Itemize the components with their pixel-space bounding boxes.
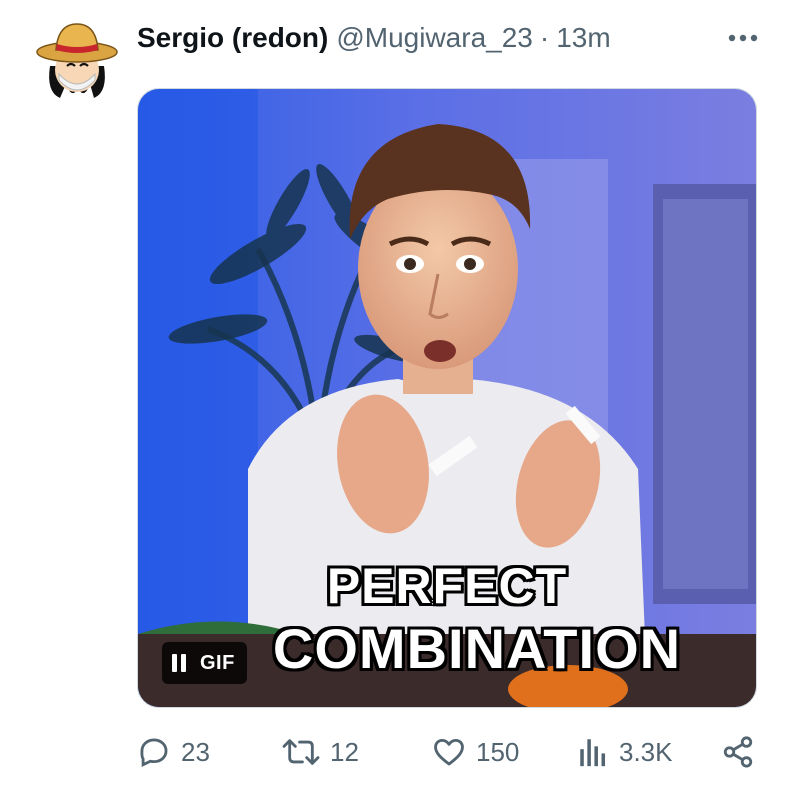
share-icon — [723, 736, 753, 768]
separator: · — [539, 22, 550, 53]
reply-button[interactable]: 23 — [137, 730, 210, 774]
action-bar: 23 12 150 3.3K — [137, 730, 757, 774]
tweet-header: Sergio (redon) @Mugiwara_23 · 13m — [137, 18, 763, 58]
display-name[interactable]: Sergio (redon) — [137, 18, 328, 58]
share-button[interactable] — [721, 730, 755, 774]
handle[interactable]: @Mugiwara_23 — [336, 18, 533, 58]
views-icon — [580, 739, 606, 767]
views-count: 3.3K — [619, 736, 673, 767]
straw-hat-avatar-icon — [32, 14, 122, 104]
retweet-button[interactable]: 12 — [282, 730, 359, 774]
reply-icon — [140, 738, 168, 768]
like-count: 150 — [476, 736, 520, 767]
like-icon — [434, 738, 464, 766]
timestamp[interactable]: 13m — [556, 18, 610, 58]
gif-controls: GIF — [162, 642, 247, 684]
gif-media[interactable]: PERFECT COMBINATION GIF — [137, 88, 757, 708]
pause-icon-bar — [181, 654, 186, 672]
more-button[interactable] — [723, 20, 763, 56]
gif-badge: GIF — [200, 651, 235, 674]
tweet: Sergio (redon) @Mugiwara_23 · 13m PERFEC… — [0, 0, 793, 800]
pause-button[interactable] — [172, 654, 186, 672]
gif-caption-line2: COMBINATION — [272, 617, 682, 680]
like-button[interactable]: 150 — [432, 730, 519, 774]
avatar[interactable] — [32, 14, 122, 104]
pause-icon — [172, 654, 177, 672]
retweet-icon — [282, 739, 320, 765]
views-button[interactable]: 3.3K — [577, 730, 673, 774]
retweet-count: 12 — [330, 736, 359, 767]
gif-caption-line1: PERFECT — [326, 558, 568, 614]
more-icon — [728, 34, 758, 42]
reply-count: 23 — [181, 736, 210, 767]
